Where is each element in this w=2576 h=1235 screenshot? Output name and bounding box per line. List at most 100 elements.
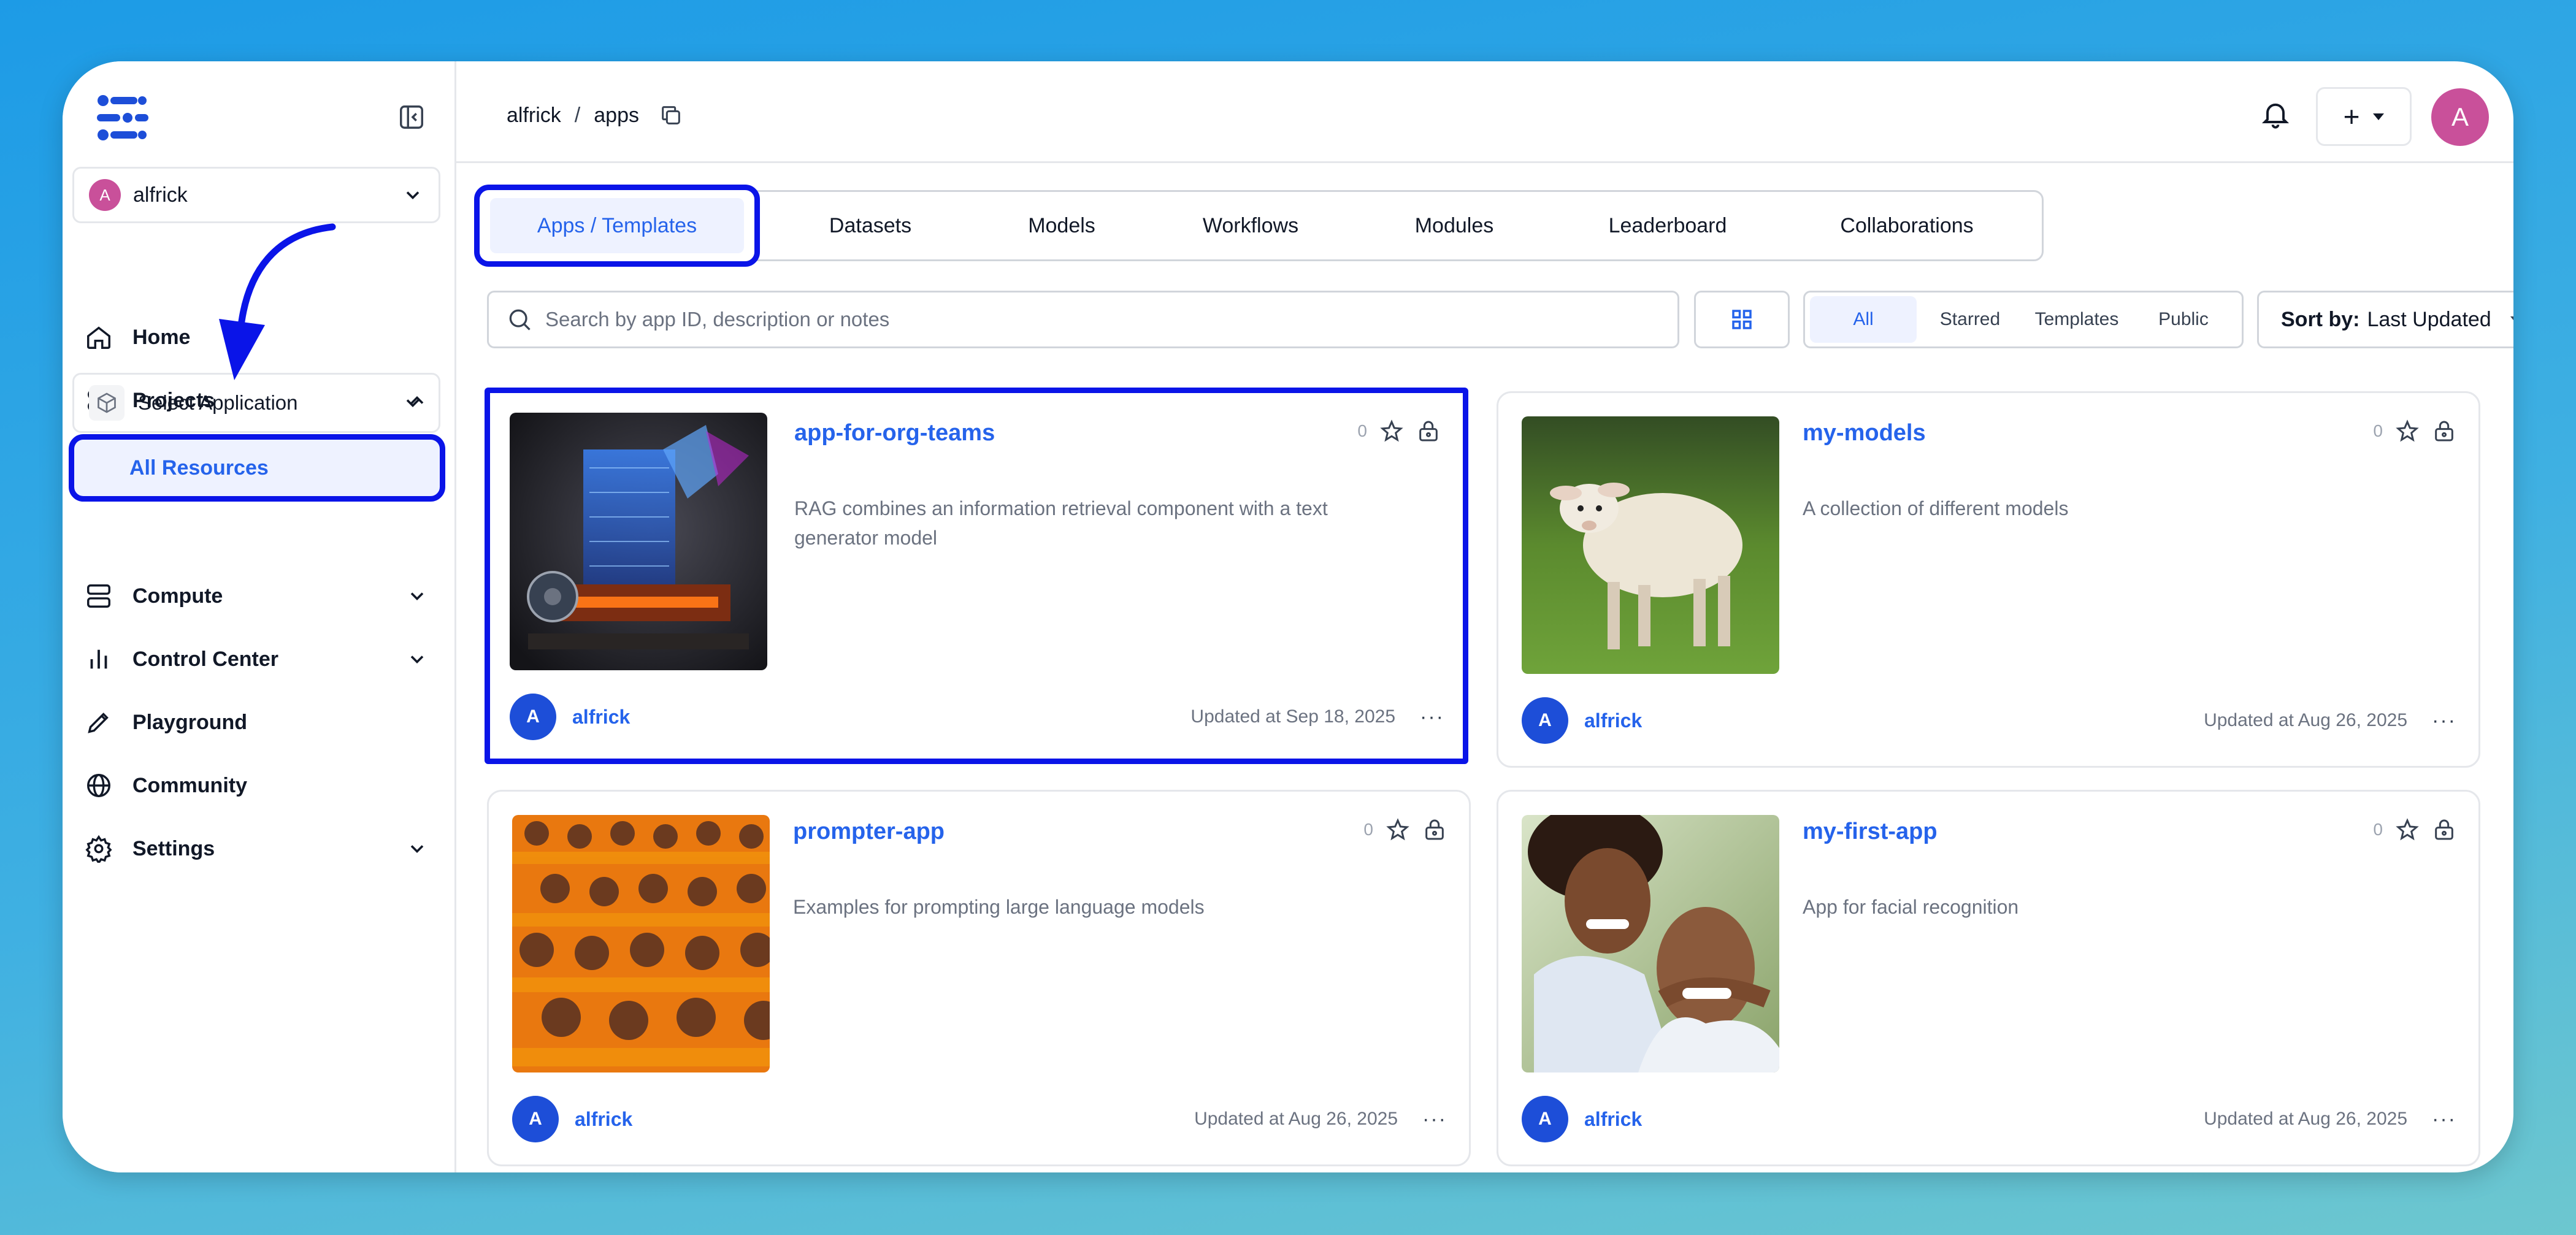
app-card[interactable]: my-first-app 0 App for facial recognitio… xyxy=(1497,790,2480,1166)
chevron-down-icon xyxy=(410,592,424,601)
owner-avatar: A xyxy=(1522,697,1568,744)
more-options-icon[interactable]: ··· xyxy=(2432,709,2456,733)
updated-at: Updated at Aug 26, 2025 xyxy=(2204,1109,2408,1129)
owner-avatar: A xyxy=(512,1096,559,1142)
create-button[interactable]: + xyxy=(2316,87,2412,146)
star-icon[interactable] xyxy=(1386,817,1410,842)
card-meta: 0 xyxy=(1357,419,1441,443)
chevron-down-icon xyxy=(406,399,420,408)
sidebar-item-community[interactable]: Community xyxy=(85,764,440,807)
chevron-down-icon xyxy=(406,191,420,200)
filter-public[interactable]: Public xyxy=(2130,296,2237,343)
updated-at: Updated at Sep 18, 2025 xyxy=(1190,706,1396,727)
more-options-icon[interactable]: ··· xyxy=(1420,705,1444,729)
more-options-icon[interactable]: ··· xyxy=(2432,1107,2456,1131)
caret-down-icon xyxy=(2373,113,2385,120)
gear-icon xyxy=(85,835,112,863)
bell-icon[interactable] xyxy=(2260,98,2291,130)
card-meta: 0 xyxy=(2373,419,2456,443)
tab-modules[interactable]: Modules xyxy=(1381,214,1528,238)
owner-link[interactable]: alfrick xyxy=(1584,709,1642,732)
card-description: App for facial recognition xyxy=(1803,896,2019,918)
grid-icon xyxy=(1732,310,1752,329)
search-icon xyxy=(509,309,531,331)
annotation-arrow-icon xyxy=(219,223,336,380)
filter-all[interactable]: All xyxy=(1810,296,1917,343)
tab-label: Apps / Templates xyxy=(490,198,744,253)
lock-icon xyxy=(1425,819,1444,840)
tab-workflows[interactable]: Workflows xyxy=(1174,214,1327,238)
breadcrumb-apps[interactable]: apps xyxy=(594,104,639,128)
grid-view-button[interactable] xyxy=(1694,291,1790,348)
plus-icon: + xyxy=(2343,101,2360,132)
home-icon xyxy=(87,326,110,349)
sidebar-item-control-center[interactable]: Control Center xyxy=(85,638,440,681)
card-description: Examples for prompting large language mo… xyxy=(793,896,1205,918)
owner-link[interactable]: alfrick xyxy=(1584,1108,1642,1131)
filter-templates[interactable]: Templates xyxy=(2023,296,2130,343)
lock-icon xyxy=(2435,819,2453,840)
app-card[interactable]: my-models 0 A collection of different mo… xyxy=(1497,391,2480,768)
star-count: 0 xyxy=(2373,421,2383,440)
sidebar-item-label: Compute xyxy=(132,584,223,608)
app-window: A alfrick Home Projects Select Applicati… xyxy=(63,61,2513,1172)
card-title[interactable]: prompter-app xyxy=(793,819,945,845)
tab-collaborations[interactable]: Collaborations xyxy=(1809,214,2005,238)
tab-apps-templates[interactable]: Apps / Templates xyxy=(474,185,760,267)
user-avatar[interactable]: A xyxy=(2431,88,2489,146)
card-meta: 0 xyxy=(2373,817,2456,842)
card-footer: A alfrick Updated at Aug 26, 2025 ··· xyxy=(1522,1095,2456,1144)
card-footer: A alfrick Updated at Sep 18, 2025 ··· xyxy=(510,692,1444,741)
app-thumbnail xyxy=(1522,416,1779,674)
logo-icon[interactable] xyxy=(94,93,150,142)
card-meta: 0 xyxy=(1363,817,1447,842)
updated-at: Updated at Aug 26, 2025 xyxy=(2204,710,2408,730)
filter-group: All Starred Templates Public xyxy=(1803,291,2244,348)
sidebar-item-settings[interactable]: Settings xyxy=(85,827,440,870)
tab-leaderboard[interactable]: Leaderboard xyxy=(1582,214,1754,238)
owner-link[interactable]: alfrick xyxy=(572,706,630,728)
bar-chart-icon xyxy=(90,649,107,669)
more-options-icon[interactable]: ··· xyxy=(1422,1107,1447,1131)
tab-datasets[interactable]: Datasets xyxy=(797,214,944,238)
sidebar-item-label: Settings xyxy=(132,836,215,860)
pencil-icon xyxy=(88,713,109,733)
card-title[interactable]: my-first-app xyxy=(1803,819,1938,845)
star-count: 0 xyxy=(1363,820,1373,839)
lock-icon xyxy=(1419,421,1438,442)
sort-value: Last Updated xyxy=(2367,307,2491,331)
owner-avatar: A xyxy=(1522,1096,1568,1142)
copy-icon[interactable] xyxy=(659,103,683,128)
sidebar-item-label: Playground xyxy=(132,710,248,734)
app-thumbnail xyxy=(510,413,767,670)
lock-icon xyxy=(2435,421,2453,442)
search-input[interactable]: Search by app ID, description or notes xyxy=(487,291,1679,348)
sidebar-collapse-icon[interactable] xyxy=(397,103,426,131)
card-title[interactable]: my-models xyxy=(1803,420,1926,446)
chevron-down-icon xyxy=(410,845,424,854)
star-icon[interactable] xyxy=(1379,419,1404,443)
star-icon[interactable] xyxy=(2395,817,2420,842)
sort-dropdown[interactable]: Sort by: Last Updated xyxy=(2257,291,2513,348)
breadcrumb-org[interactable]: alfrick xyxy=(507,104,561,128)
tab-models[interactable]: Models xyxy=(994,214,1129,238)
app-card[interactable]: prompter-app 0 Examples for prompting la… xyxy=(487,790,1471,1166)
org-avatar: A xyxy=(89,179,121,211)
sidebar-item-compute[interactable]: Compute xyxy=(85,575,440,618)
owner-avatar: A xyxy=(510,694,556,740)
sidebar-item-playground[interactable]: Playground xyxy=(85,701,440,744)
search-placeholder: Search by app ID, description or notes xyxy=(545,308,890,331)
app-thumbnail xyxy=(1522,815,1779,1072)
card-description: A collection of different models xyxy=(1803,497,2069,519)
card-description: RAG combines an information retrieval co… xyxy=(794,497,1328,549)
app-card[interactable]: app-for-org-teams 0 RAG combines an info… xyxy=(485,388,1468,764)
caret-down-icon xyxy=(2510,316,2513,323)
sidebar-item-all-resources[interactable]: All Resources xyxy=(69,434,445,502)
globe-icon xyxy=(87,774,110,797)
owner-link[interactable]: alfrick xyxy=(575,1108,632,1131)
filter-starred[interactable]: Starred xyxy=(1917,296,2023,343)
star-icon[interactable] xyxy=(2395,419,2420,443)
card-title[interactable]: app-for-org-teams xyxy=(794,420,995,446)
breadcrumb-separator: / xyxy=(574,103,581,127)
chevron-down-icon xyxy=(410,656,424,664)
